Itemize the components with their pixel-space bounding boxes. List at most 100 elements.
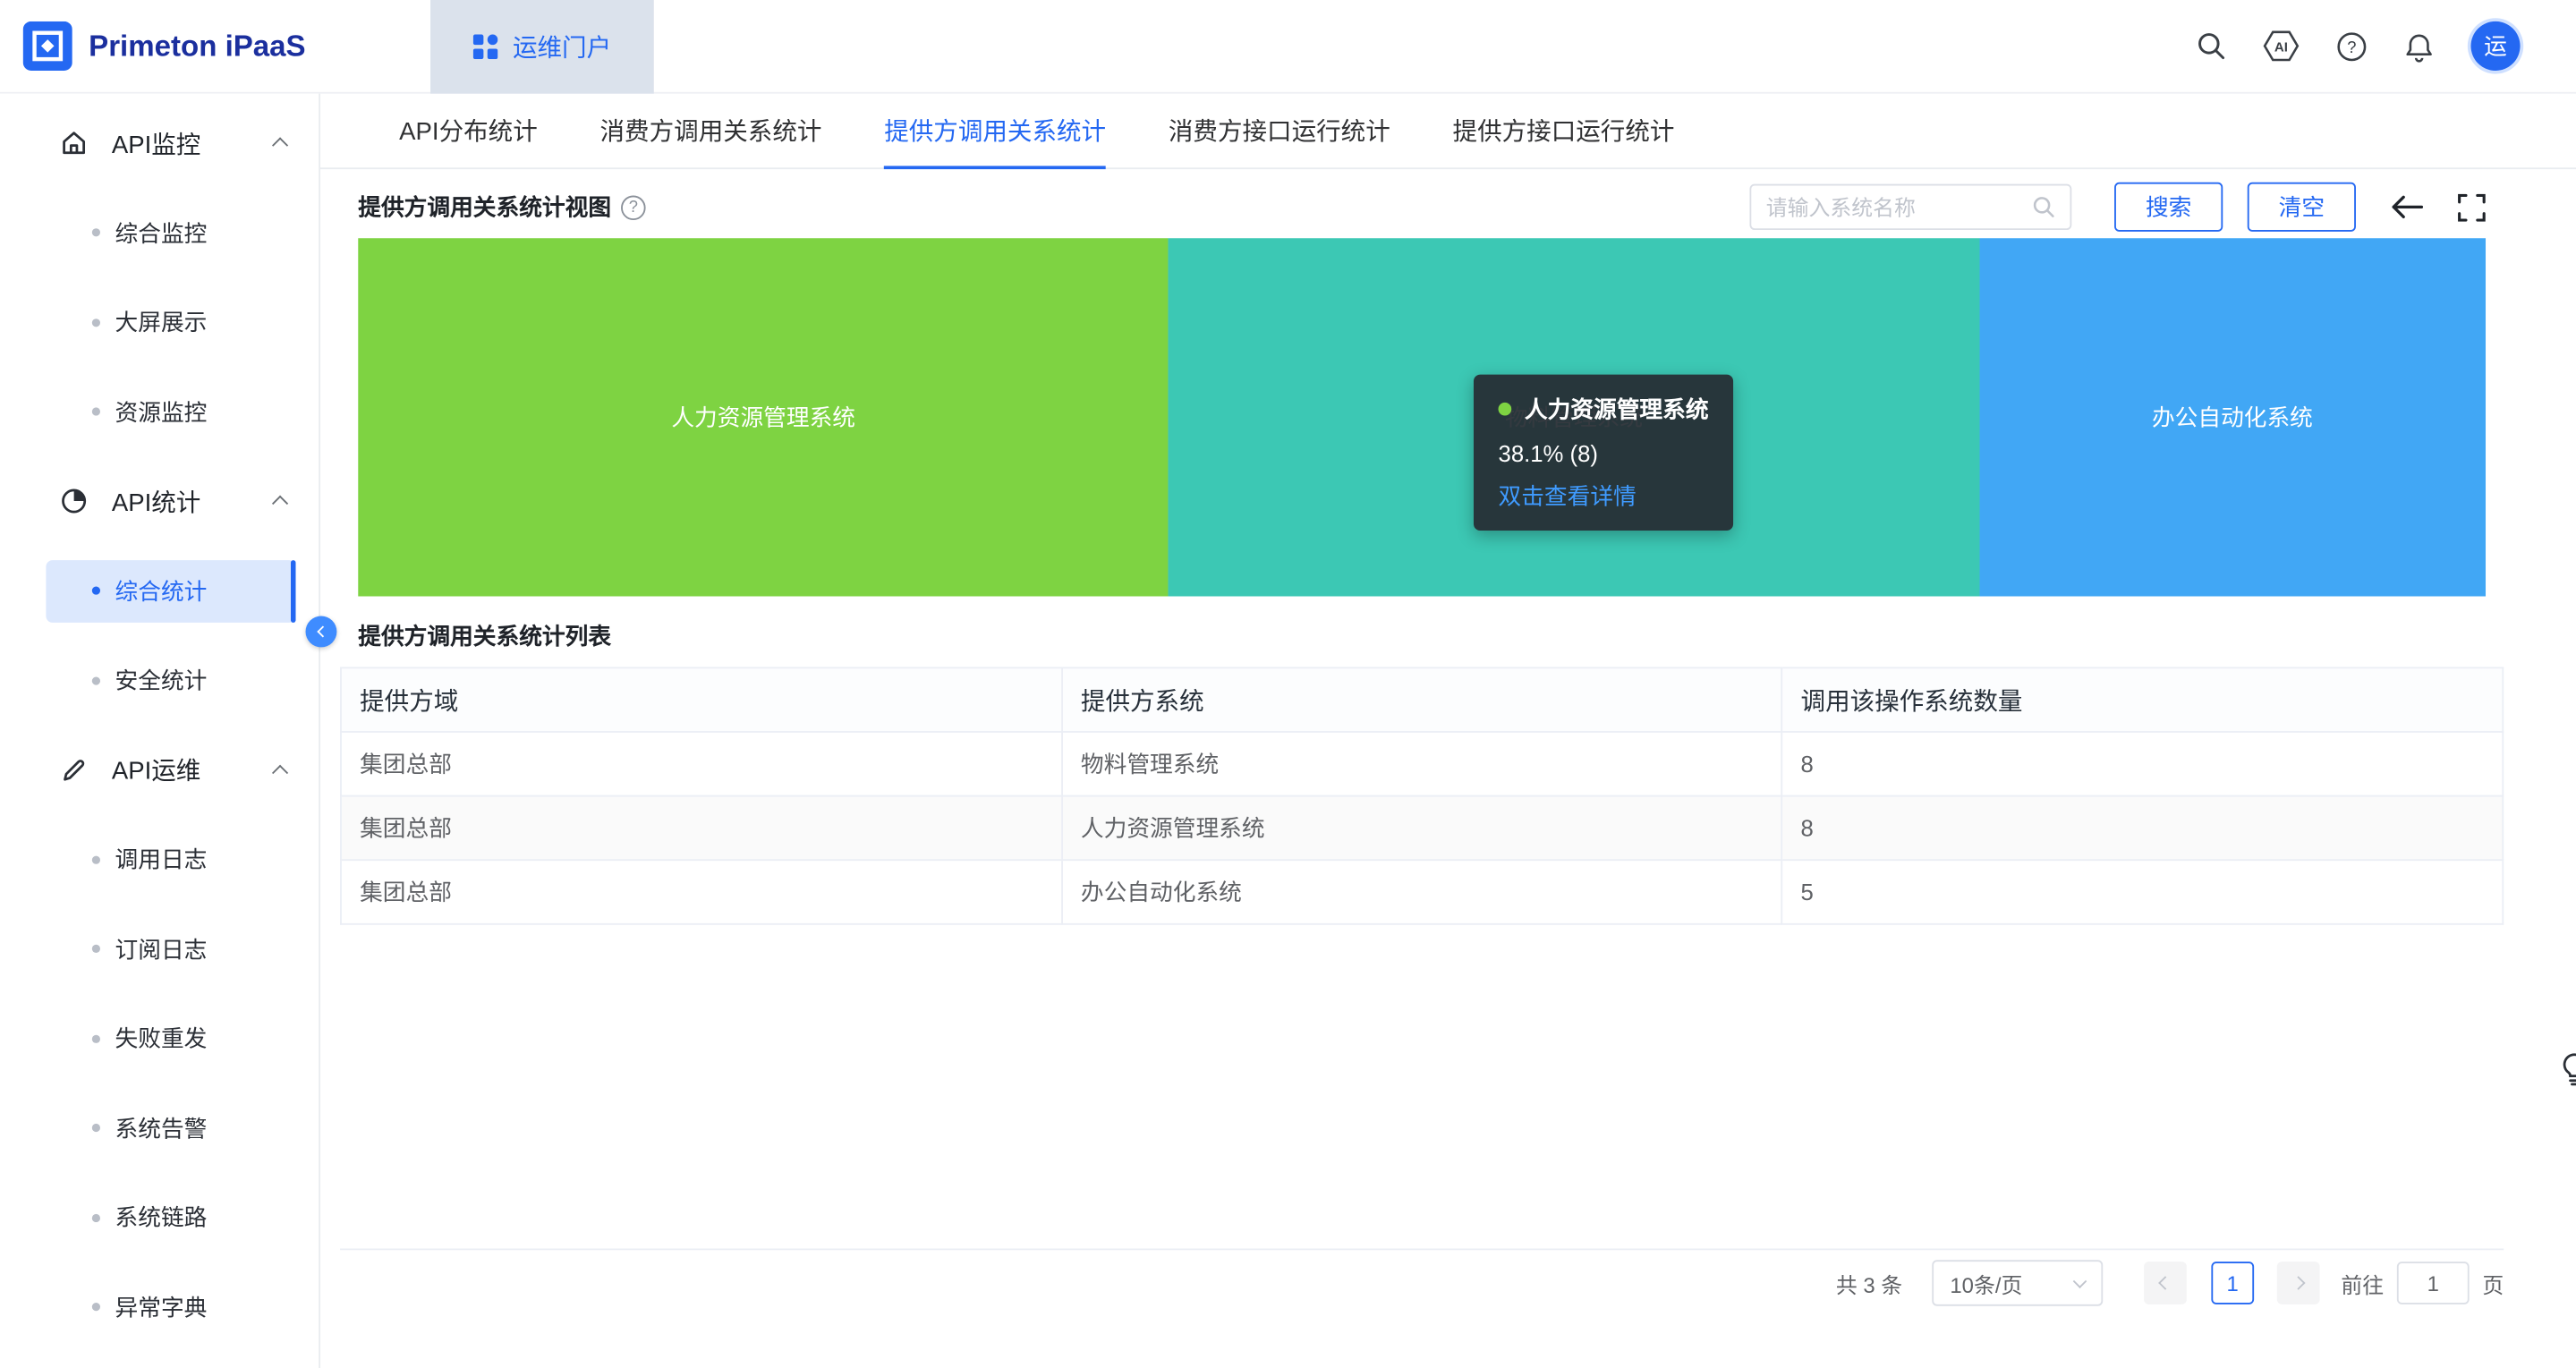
sidebar-item-system-alarm[interactable]: 系统告警 (0, 1083, 319, 1173)
fullscreen-icon[interactable] (2458, 193, 2486, 221)
sidebar-item-comprehensive-statistics[interactable]: 综合统计 (0, 547, 319, 636)
tab-provider-api-run-stats[interactable]: 提供方接口运行统计 (1453, 94, 1675, 168)
app-window: Primeton iPaaS 运维门户 A (0, 0, 2576, 1368)
question-circle-icon[interactable]: ? (621, 195, 646, 220)
cell-provider-system: 人力资源管理系统 (1062, 796, 1782, 861)
bullet-icon (92, 587, 100, 595)
sidebar-group-api-monitoring[interactable]: API监控 (0, 98, 319, 188)
sidebar-group-label: API统计 (112, 484, 200, 519)
sidebar-item-security-statistics[interactable]: 安全统计 (0, 636, 319, 726)
grid-icon (473, 34, 498, 59)
cell-provider-system: 物料管理系统 (1062, 732, 1782, 796)
tab-consumer-api-run-stats[interactable]: 消费方接口运行统计 (1169, 94, 1390, 168)
search-icon[interactable] (2197, 31, 2226, 61)
ai-assistant-icon[interactable]: AI (2262, 30, 2300, 63)
bullet-icon (92, 1303, 100, 1311)
help-icon[interactable]: ? (2336, 30, 2368, 62)
sidebar-item-comprehensive-monitoring[interactable]: 综合监控 (0, 188, 319, 277)
assistant-bulb-icon[interactable] (2561, 1053, 2576, 1086)
col-provider-domain: 提供方域 (341, 667, 1062, 732)
prev-page-button[interactable] (2144, 1262, 2187, 1304)
chevron-down-icon (2073, 1273, 2087, 1287)
portal-tab-label: 运维门户 (513, 29, 611, 64)
sidebar-group-api-operations[interactable]: API运维 (0, 726, 319, 815)
main-content: API分布统计 消费方调用关系统计 提供方调用关系统计 消费方接口运行统计 提供… (320, 94, 2576, 1368)
cell-call-count: 8 (1781, 732, 2503, 796)
tab-consumer-call-relation-stats[interactable]: 消费方调用关系统计 (600, 94, 822, 168)
search-icon (2032, 195, 2055, 218)
tooltip-detail-hint: 双击查看详情 (1499, 480, 1709, 513)
pie-chart-icon (59, 487, 89, 516)
bullet-icon (92, 1124, 100, 1132)
sidebar-collapse-toggle[interactable] (306, 616, 337, 648)
user-avatar[interactable]: 运 (2470, 21, 2520, 71)
sidebar: API监控 综合监控 大屏展示 资源监控 (0, 94, 320, 1368)
sidebar-item-resource-monitoring[interactable]: 资源监控 (0, 367, 319, 456)
bullet-icon (92, 319, 100, 327)
svg-text:?: ? (2347, 37, 2356, 55)
page-size-value: 10条/页 (1950, 1268, 2022, 1299)
bullet-icon (92, 945, 100, 953)
app-header: Primeton iPaaS 运维门户 A (0, 0, 2576, 94)
cell-provider-domain: 集团总部 (341, 796, 1062, 861)
search-button[interactable]: 搜索 (2114, 183, 2223, 232)
sidebar-item-system-trace[interactable]: 系统链路 (0, 1173, 319, 1262)
sidebar-item-big-screen-display[interactable]: 大屏展示 (0, 277, 319, 367)
pen-icon (59, 755, 89, 785)
bullet-icon (92, 408, 100, 416)
bullet-icon (92, 1213, 100, 1221)
system-name-search-box[interactable] (1749, 184, 2071, 230)
sidebar-item-subscription-log[interactable]: 订阅日志 (0, 905, 319, 994)
sidebar-group-label: API运维 (112, 752, 200, 787)
table-header-row: 提供方域 提供方系统 调用该操作系统数量 (341, 667, 2503, 732)
chevron-up-icon (272, 764, 288, 780)
svg-text:AI: AI (2274, 39, 2288, 55)
tooltip-value: 38.1% (8) (1499, 440, 1709, 466)
goto-label: 前往 (2341, 1268, 2384, 1299)
chart-toolbar: 提供方调用关系统计视图 ? 搜索 清空 (320, 169, 2576, 238)
chevron-left-icon (317, 625, 328, 637)
sidebar-item-call-log[interactable]: 调用日志 (0, 815, 319, 905)
list-section-title: 提供方调用关系统计列表 (358, 619, 2576, 652)
page-number-1[interactable]: 1 (2211, 1262, 2254, 1304)
portal-tab-ops[interactable]: 运维门户 (430, 0, 654, 93)
tooltip-series-name: 人力资源管理系统 (1525, 393, 1709, 426)
treemap-tooltip: 人力资源管理系统 38.1% (8) 双击查看详情 (1474, 375, 1733, 531)
table-row: 集团总部 办公自动化系统 5 (341, 860, 2503, 924)
tab-bar: API分布统计 消费方调用关系统计 提供方调用关系统计 消费方接口运行统计 提供… (320, 94, 2576, 169)
sidebar-item-failure-resend[interactable]: 失败重发 (0, 994, 319, 1083)
next-page-button[interactable] (2277, 1262, 2320, 1304)
provider-call-relation-treemap: 人力资源管理系统 物料管理系统 办公自动化系统 人力资源管理系统 38.1% (… (358, 238, 2486, 596)
system-name-search-input[interactable] (1766, 195, 2032, 220)
bullet-icon (92, 855, 100, 863)
app-title: Primeton iPaaS (89, 29, 305, 64)
sidebar-group-api-statistics[interactable]: API统计 (0, 456, 319, 546)
clear-button[interactable]: 清空 (2248, 183, 2356, 232)
sidebar-item-exception-dictionary[interactable]: 异常字典 (0, 1262, 319, 1352)
chevron-left-icon (2158, 1276, 2172, 1290)
notifications-bell-icon[interactable] (2403, 30, 2435, 62)
app-logo-icon (23, 21, 72, 71)
table-row: 集团总部 物料管理系统 8 (341, 732, 2503, 796)
cell-call-count: 5 (1781, 860, 2503, 924)
cell-provider-system: 办公自动化系统 (1062, 860, 1782, 924)
cell-provider-domain: 集团总部 (341, 860, 1062, 924)
sidebar-group-label: API监控 (112, 126, 200, 161)
treemap-block-oa-system[interactable]: 办公自动化系统 (1979, 238, 2486, 596)
tab-provider-call-relation-stats[interactable]: 提供方调用关系统计 (884, 94, 1106, 168)
pagination: 共 3 条 10条/页 1 前往 页 (340, 1252, 2504, 1314)
back-arrow-icon[interactable] (2391, 194, 2424, 220)
tab-api-distribution-stats[interactable]: API分布统计 (399, 94, 538, 168)
chevron-up-icon (272, 496, 288, 512)
page-size-select[interactable]: 10条/页 (1932, 1260, 2103, 1305)
tooltip-marker (1499, 403, 1512, 416)
home-icon (59, 129, 89, 158)
bullet-icon (92, 229, 100, 237)
bullet-icon (92, 676, 100, 684)
provider-relation-table: 提供方域 提供方系统 调用该操作系统数量 集团总部 物料管理系统 8 集团总部 (340, 667, 2504, 1250)
treemap-block-hr-system[interactable]: 人力资源管理系统 (358, 238, 1169, 596)
goto-page-input[interactable] (2397, 1262, 2470, 1304)
bullet-icon (92, 1034, 100, 1042)
table-row: 集团总部 人力资源管理系统 8 (341, 796, 2503, 861)
chevron-right-icon (2291, 1276, 2306, 1290)
